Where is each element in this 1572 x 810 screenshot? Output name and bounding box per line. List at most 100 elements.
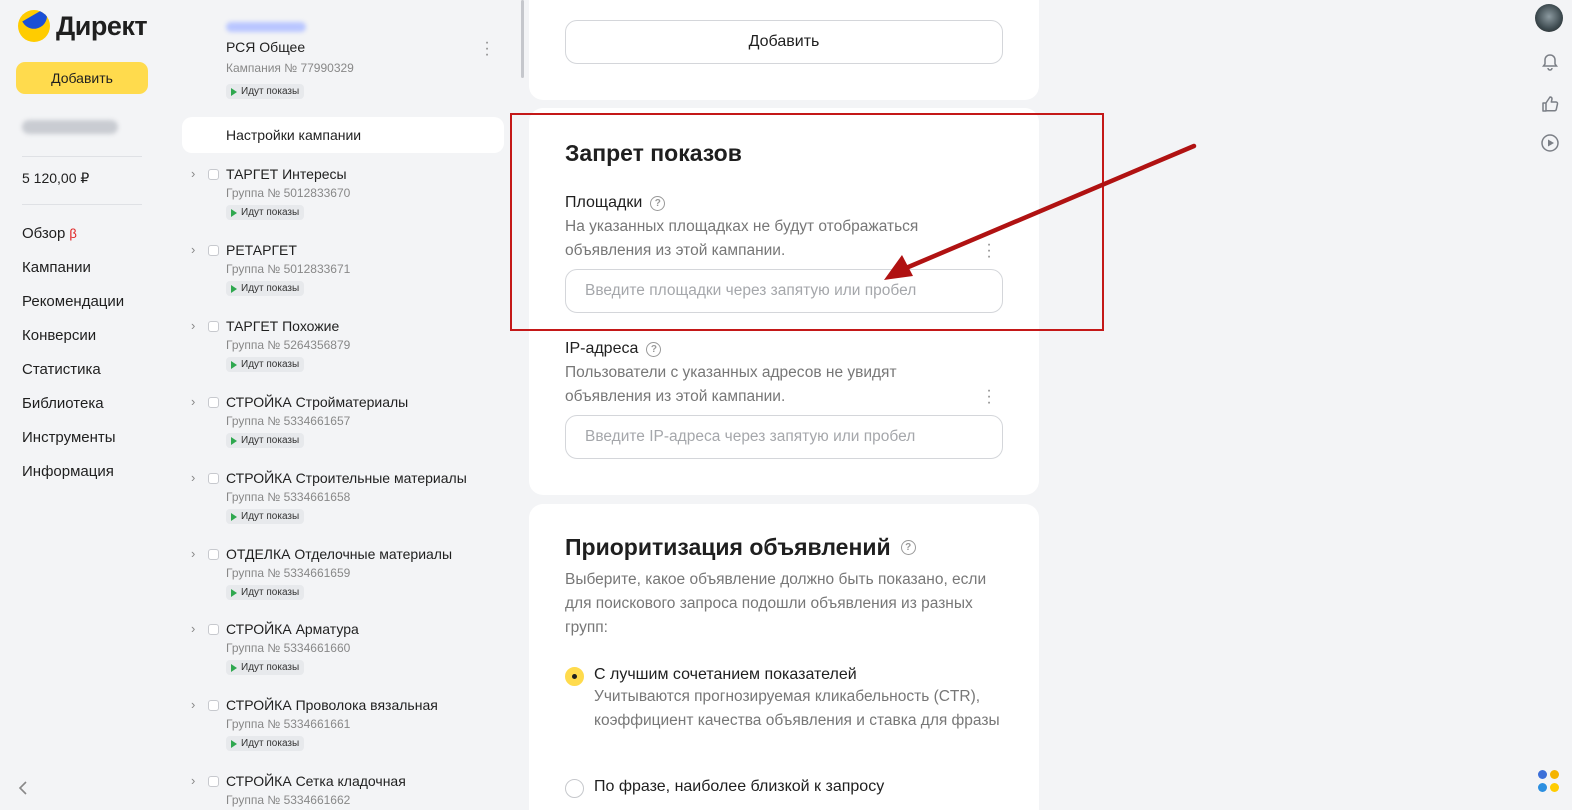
nav-item-campaigns[interactable]: Кампании [22, 258, 124, 292]
group-name: ТАРГЕТ Похожие [226, 318, 340, 334]
divider [22, 204, 142, 205]
group-checkbox[interactable] [208, 549, 219, 560]
kebab-menu-icon[interactable]: · · · [986, 383, 992, 411]
nav-item-recommendations[interactable]: Рекомендации [22, 292, 124, 326]
kebab-menu-icon[interactable]: · · · [484, 35, 490, 63]
help-icon[interactable]: ? [900, 540, 916, 555]
avatar[interactable] [1535, 4, 1563, 32]
tree-group-item[interactable]: › ТАРГЕТ Интересы Группа № 5012833670 Ид… [170, 166, 520, 242]
campaign-name[interactable]: РСЯ Общее [226, 39, 305, 55]
group-name: СТРОЙКА Проволока вязальная [226, 697, 438, 713]
play-icon [231, 208, 237, 217]
radio-button-selected[interactable] [565, 667, 584, 686]
thumbs-up-icon[interactable] [1539, 94, 1561, 116]
group-checkbox[interactable] [208, 473, 219, 484]
nav-item-library[interactable]: Библиотека [22, 394, 124, 428]
status-badge: Идут показы [226, 357, 305, 372]
tree-group-item[interactable]: › РЕТАРГЕТ Группа № 5012833671 Идут пока… [170, 242, 520, 318]
beta-badge: β [69, 226, 77, 241]
chevron-right-icon[interactable]: › [191, 773, 195, 788]
chevron-right-icon[interactable]: › [191, 470, 195, 485]
balance[interactable]: 5 120,00 ₽ [22, 170, 89, 187]
group-name: СТРОЙКА Стройматериалы [226, 394, 409, 410]
yandex-direct-logo-icon [18, 10, 50, 42]
option-description: Учитываются прогнозируемая кликабельност… [594, 688, 1000, 729]
nav-item-overview[interactable]: Обзор β [22, 224, 124, 258]
radio-option-best-metrics[interactable]: С лучшим сочетанием показателей Учитываю… [565, 666, 1004, 733]
ip-label: IP-адреса ? [565, 340, 662, 358]
tree-item-campaign-settings[interactable]: Настройки кампании [182, 117, 504, 153]
card-add: Добавить [529, 0, 1039, 100]
priority-description: Выберите, какое объявление должно быть п… [565, 571, 987, 636]
card-block-shows: Запрет показов Площадки ? На указанных п… [529, 108, 1039, 495]
right-rail [1530, 0, 1572, 810]
add-button[interactable]: Добавить [16, 62, 148, 94]
play-icon [231, 512, 237, 521]
services-widget-icon[interactable] [1538, 770, 1560, 794]
help-icon[interactable]: ? [650, 195, 666, 211]
play-icon [231, 87, 237, 96]
play-icon [231, 360, 237, 369]
add-item-button[interactable]: Добавить [565, 20, 1003, 64]
chevron-right-icon[interactable]: › [191, 166, 195, 181]
tree-group-item[interactable]: › СТРОЙКА Строительные материалы Группа … [170, 470, 520, 546]
chevron-right-icon[interactable]: › [191, 394, 195, 409]
group-checkbox[interactable] [208, 321, 219, 332]
status-badge: Идут показы [226, 281, 305, 296]
section-title-block-shows: Запрет показов [565, 140, 742, 166]
group-checkbox[interactable] [208, 245, 219, 256]
nav-item-statistics[interactable]: Статистика [22, 360, 124, 394]
bell-icon[interactable] [1539, 52, 1561, 74]
play-icon [231, 588, 237, 597]
group-number: Группа № 5012833670 [226, 186, 351, 200]
ip-input[interactable] [565, 415, 1003, 459]
logo[interactable]: Директ [18, 10, 148, 42]
nav-item-conversions[interactable]: Конверсии [22, 326, 124, 360]
tree-group-item[interactable]: › СТРОЙКА Арматура Группа № 5334661660 И… [170, 621, 520, 697]
radio-button[interactable] [565, 779, 584, 798]
radio-option-closest-phrase[interactable]: По фразе, наиболее близкой к запросу [565, 778, 884, 798]
chevron-right-icon[interactable]: › [191, 546, 195, 561]
group-checkbox[interactable] [208, 397, 219, 408]
card-ad-priority: Приоритизация объявлений ? Выберите, как… [529, 504, 1039, 810]
play-icon[interactable] [1539, 133, 1561, 155]
chevron-right-icon[interactable]: › [191, 621, 195, 636]
tree-group-item[interactable]: › СТРОЙКА Стройматериалы Группа № 533466… [170, 394, 520, 470]
campaign-tree: РСЯ Общее Кампания № 77990329 · · · Идут п… [170, 0, 525, 810]
tree-group-item[interactable]: › ОТДЕЛКА Отделочные материалы Группа № … [170, 546, 520, 622]
group-number: Группа № 5334661659 [226, 566, 351, 580]
sites-description: На указанных площадках не будут отобража… [565, 218, 919, 259]
status-badge: Идут показы [226, 585, 305, 600]
chevron-right-icon[interactable]: › [191, 242, 195, 257]
group-checkbox[interactable] [208, 700, 219, 711]
chevron-left-icon[interactable] [18, 780, 32, 796]
nav-item-info[interactable]: Информация [22, 462, 124, 496]
section-title-ad-priority: Приоритизация объявлений ? [565, 534, 916, 561]
tree-scrollbar[interactable] [521, 0, 524, 78]
group-number: Группа № 5334661661 [226, 717, 351, 731]
group-name: ТАРГЕТ Интересы [226, 166, 347, 182]
play-icon [231, 739, 237, 748]
group-number: Группа № 5334661658 [226, 490, 351, 504]
campaign-number: Кампания № 77990329 [226, 61, 354, 75]
logo-text: Директ [56, 10, 148, 41]
tree-group-item[interactable]: › СТРОЙКА Проволока вязальная Группа № 5… [170, 697, 520, 773]
status-badge: Идут показы [226, 736, 305, 751]
status-badge: Идут показы [226, 84, 305, 99]
group-checkbox[interactable] [208, 624, 219, 635]
chevron-right-icon[interactable]: › [191, 697, 195, 712]
group-name: СТРОЙКА Строительные материалы [226, 470, 467, 486]
group-checkbox[interactable] [208, 169, 219, 180]
account-name-blurred[interactable] [22, 120, 118, 134]
sites-input[interactable] [565, 269, 1003, 313]
tree-group-item[interactable]: › СТРОЙКА Сетка кладочная Группа № 53346… [170, 773, 520, 810]
divider [22, 156, 142, 157]
group-checkbox[interactable] [208, 776, 219, 787]
kebab-menu-icon[interactable]: · · · [986, 237, 992, 265]
group-number: Группа № 5012833671 [226, 262, 351, 276]
help-icon[interactable]: ? [646, 341, 662, 357]
tree-group-item[interactable]: › ТАРГЕТ Похожие Группа № 5264356879 Иду… [170, 318, 520, 394]
nav-item-tools[interactable]: Инструменты [22, 428, 124, 462]
status-badge: Идут показы [226, 660, 305, 675]
chevron-right-icon[interactable]: › [191, 318, 195, 333]
